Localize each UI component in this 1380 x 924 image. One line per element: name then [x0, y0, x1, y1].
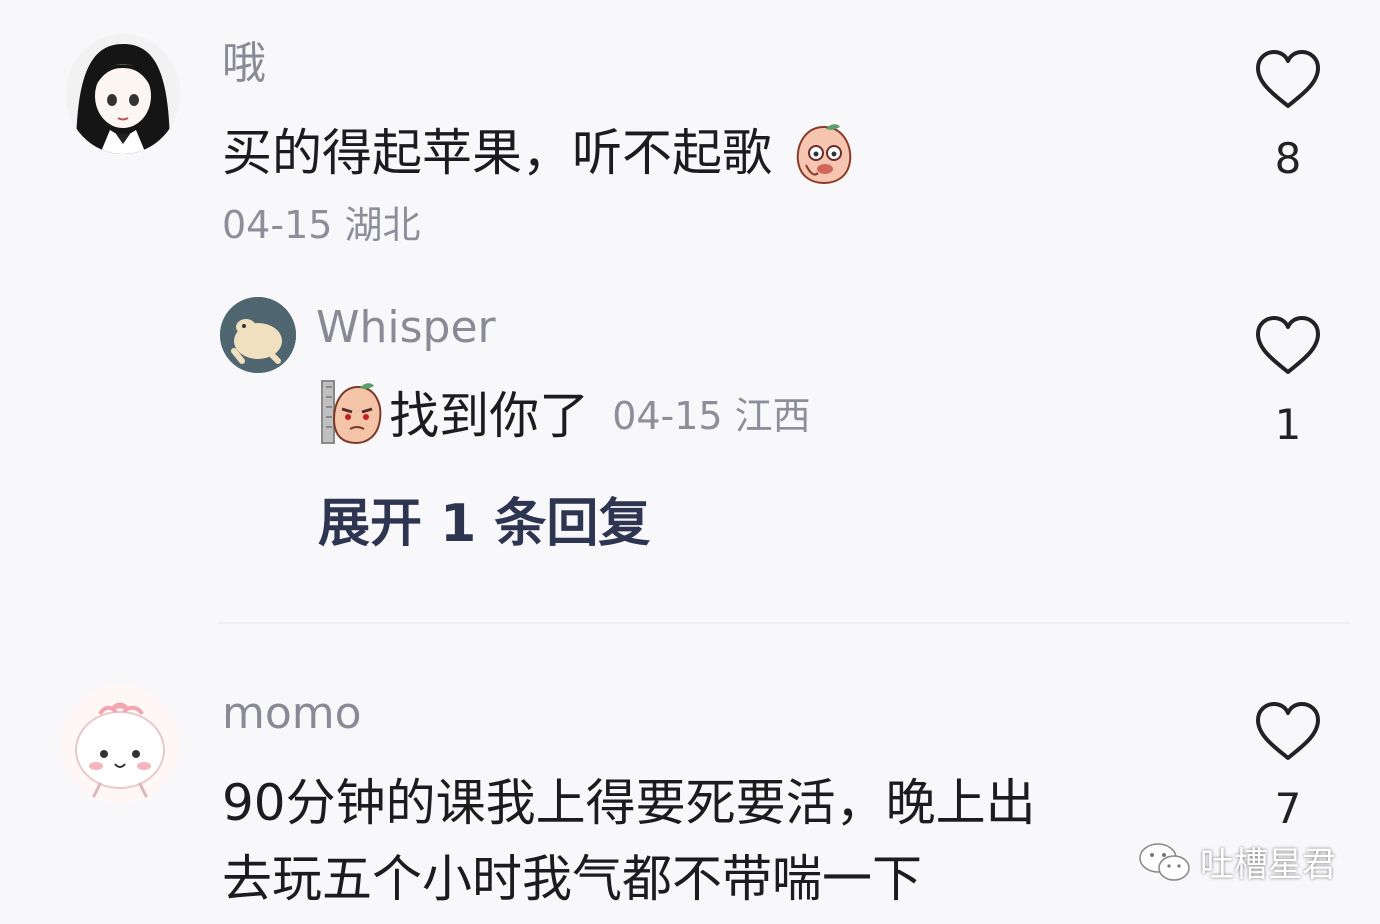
- like-heart-icon[interactable]: [1254, 700, 1322, 762]
- comment-text-line-1: 90分钟的课我上得要死要活，晚上出: [222, 774, 1036, 832]
- like-heart-icon[interactable]: [1254, 314, 1322, 376]
- like-count: 7: [1274, 784, 1302, 833]
- like-heart-icon[interactable]: [1254, 48, 1322, 110]
- dog-cartoon-avatar-icon: [220, 297, 296, 373]
- watermark-text: 吐槽星君: [1200, 845, 1336, 885]
- comment-text-line-2: 去玩五个小时我气都不带喘一下: [222, 850, 922, 908]
- pink-bun-cartoon-avatar-icon: [60, 684, 180, 804]
- comment-meta: 04-15 湖北: [222, 203, 421, 247]
- avatar[interactable]: [60, 684, 180, 804]
- username[interactable]: momo: [222, 692, 362, 736]
- username[interactable]: Whisper: [316, 306, 496, 350]
- reply-meta: 04-15 江西: [612, 393, 811, 438]
- reply-text: 找到你了: [389, 387, 590, 445]
- avatar[interactable]: [66, 34, 180, 154]
- anime-girl-avatar-icon: [66, 34, 180, 154]
- comment-text: 买的得起苹果，听不起歌: [222, 123, 856, 185]
- divider: [218, 622, 1350, 624]
- peach-face-emoji-icon: [796, 123, 852, 184]
- like-count: 8: [1274, 134, 1302, 183]
- expand-replies-button[interactable]: 展开 1 条回复: [318, 498, 650, 550]
- reply-content-row: 找到你了 04-15 江西: [320, 376, 811, 445]
- avatar[interactable]: [220, 297, 296, 373]
- wechat-logo-icon: [1139, 842, 1190, 881]
- comment-text-content: 买的得起苹果，听不起歌: [222, 124, 772, 182]
- watermark: 吐槽星君: [1138, 837, 1336, 886]
- like-count: 1: [1274, 400, 1302, 449]
- username[interactable]: 哦: [222, 42, 266, 86]
- peeking-peach-emoji-icon: [321, 380, 382, 445]
